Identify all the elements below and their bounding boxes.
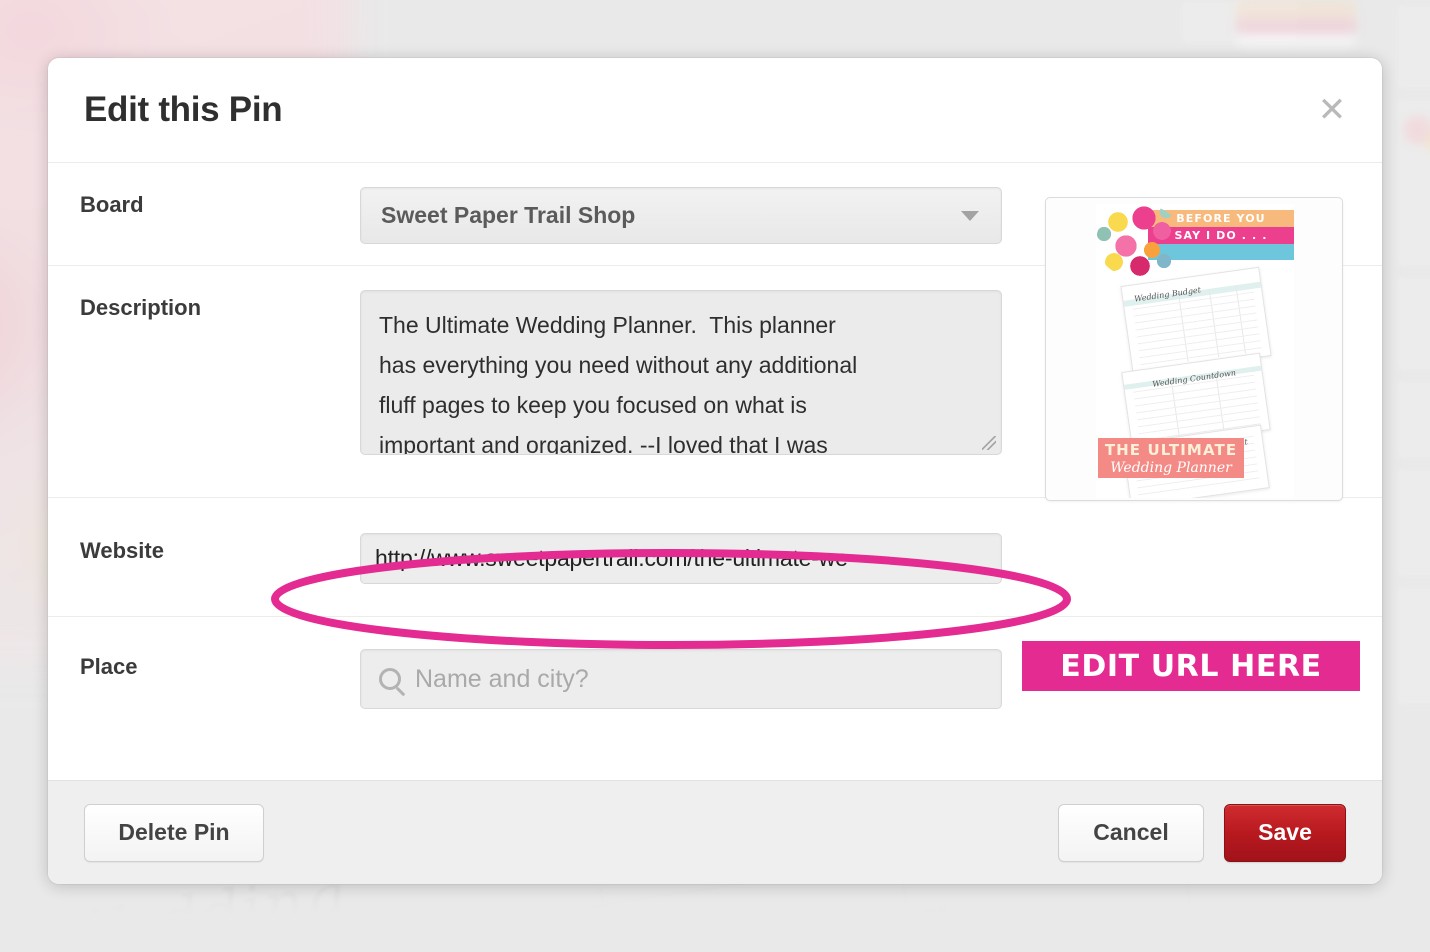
search-icon	[379, 668, 401, 690]
pin-thumbnail[interactable]: BEFORE YOU SAY I DO . . . Wedding Budget	[1045, 197, 1343, 501]
backdrop-pin-card	[1396, 276, 1430, 372]
edit-url-here-banner: EDIT URL HERE	[1022, 641, 1360, 691]
backdrop-pin-card	[1396, 586, 1430, 706]
description-line: The Ultimate Wedding Planner. This plann…	[379, 312, 836, 338]
website-field: http://www.sweetpapertrail.com/the-ultim…	[360, 533, 1382, 584]
website-input-value: http://www.sweetpapertrail.com/the-ultim…	[375, 545, 848, 571]
description-label: Description	[80, 295, 202, 320]
backdrop-pin-card	[1396, 468, 1430, 578]
chevron-down-icon	[961, 210, 979, 221]
close-icon[interactable]: ✕	[1312, 90, 1352, 130]
modal-footer: Delete Pin Cancel Save	[48, 780, 1382, 884]
edit-url-here-text: EDIT URL HERE	[1060, 648, 1322, 684]
thumb-bouquet-image	[1096, 204, 1184, 279]
place-label: Place	[80, 654, 138, 679]
resize-grip-icon[interactable]	[982, 436, 996, 450]
place-input[interactable]: Name and city?	[360, 649, 1002, 709]
website-label: Website	[80, 538, 164, 563]
website-input[interactable]: http://www.sweetpapertrail.com/the-ultim…	[360, 533, 1002, 584]
board-select[interactable]: Sweet Paper Trail Shop	[360, 187, 1002, 244]
description-line: important and organized. --I loved that …	[379, 432, 828, 455]
thumb-ultimate-line1: THE ULTIMATE	[1104, 440, 1238, 459]
board-label: Board	[80, 192, 144, 217]
modal-header: Edit this Pin ✕	[48, 58, 1382, 163]
place-input-placeholder: Name and city?	[415, 664, 589, 693]
backdrop-pin-photo	[1392, 106, 1430, 158]
backdrop-pin-card	[1396, 380, 1430, 460]
save-button[interactable]: Save	[1224, 803, 1346, 862]
thumb-ultimate-line2: Wedding Planner	[1110, 459, 1232, 476]
cancel-button[interactable]: Cancel	[1058, 803, 1204, 862]
description-line: fluff pages to keep you focused on what …	[379, 392, 807, 418]
delete-pin-button[interactable]: Delete Pin	[84, 803, 264, 862]
backdrop-pin-card	[1396, 4, 1430, 90]
website-row: Website http://www.sweetpapertrail.com/t…	[48, 498, 1382, 617]
thumb-ultimate-banner: THE ULTIMATE Wedding Planner	[1098, 438, 1244, 478]
description-textarea[interactable]: The Ultimate Wedding Planner. This plann…	[360, 290, 1002, 455]
board-select-value: Sweet Paper Trail Shop	[381, 202, 636, 228]
backdrop-pin-photo	[1236, 0, 1356, 46]
page-title: Edit this Pin	[84, 90, 283, 129]
description-line: has everything you need without any addi…	[379, 352, 858, 378]
edit-pin-modal: Edit this Pin ✕ Board Sweet Paper Trail …	[48, 58, 1382, 884]
